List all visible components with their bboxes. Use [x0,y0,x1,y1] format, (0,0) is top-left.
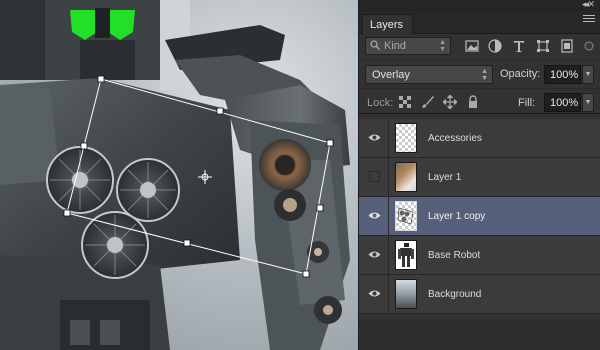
layer-name: Layer 1 copy [428,211,486,222]
fill-dropdown-button[interactable]: ▼ [582,93,594,112]
panel-footer [359,319,600,350]
layers-list: Accessories Layer 1 Layer 1 copy Base Ro… [359,119,600,319]
collapse-panel-icon[interactable]: ◂◂ ✕ [582,0,595,10]
layer-row-layer-1[interactable]: Layer 1 [359,158,600,197]
shape-filter-icon[interactable] [535,38,551,54]
opacity-label: Opacity: [500,68,541,80]
visibility-off-box [369,171,380,182]
layer-name: Accessories [428,133,482,144]
chevron-updown-icon: ▲ ▼ [481,68,488,82]
visibility-toggle[interactable] [359,158,389,196]
layer-thumbnail [395,162,417,192]
panel-tab-row: Layers [359,11,600,35]
eye-icon [368,134,381,141]
robot-head [0,0,190,90]
filter-kind-label: Kind [384,40,407,52]
chevron-updown-icon: ▲ ▼ [439,39,446,53]
layer-name: Base Robot [428,250,481,261]
layer-filter-row: Kind ▲ ▼ [359,35,600,59]
search-icon [370,40,380,50]
layer-row-layer-1-copy[interactable]: Layer 1 copy [359,197,600,236]
visibility-toggle[interactable] [359,275,389,313]
fill-label: Fill: [518,97,536,109]
blend-mode-value: Overlay [372,69,410,81]
lock-transparent-icon[interactable] [398,95,412,109]
adjustment-filter-icon[interactable] [487,38,503,54]
layer-row-accessories[interactable]: Accessories [359,119,600,158]
opacity-input[interactable]: 100% [544,65,581,84]
panel-menu-icon[interactable] [583,15,595,25]
thumbnail-artwork [397,207,414,225]
visibility-toggle[interactable] [359,236,389,274]
image-filter-icon[interactable] [464,38,480,54]
type-filter-icon[interactable] [511,38,527,54]
opacity-dropdown-button[interactable]: ▼ [582,65,594,84]
document-canvas[interactable] [0,0,358,350]
blend-row: Overlay ▲ ▼ Opacity: 100% ▼ [359,60,600,86]
lock-image-icon[interactable] [421,95,435,109]
filter-toggle-icon[interactable] [584,38,594,54]
layer-name: Layer 1 [428,172,462,183]
layer-thumbnail [395,240,417,270]
fill-input[interactable]: 100% [544,93,581,112]
filter-kind-select[interactable]: Kind ▲ ▼ [365,37,451,55]
visibility-toggle[interactable] [359,197,389,235]
layer-thumbnail [395,123,417,153]
layer-thumbnail [395,279,417,309]
robot-thumbnail-icon [398,243,414,267]
lock-row: Lock: Fill: 100% ▼ [359,88,600,114]
layer-thumbnail [395,201,417,231]
layer-name: Background [428,289,482,300]
eye-icon [368,290,381,297]
panel-title-bar: ◂◂ ✕ [359,0,600,11]
visibility-toggle[interactable] [359,119,389,157]
layer-row-base-robot[interactable]: Base Robot [359,236,600,275]
layers-panel: ◂◂ ✕ Layers Kind ▲ ▼ Overlay ▲ ▼ Opacity… [358,0,600,350]
lock-all-icon[interactable] [466,95,480,109]
layer-row-background[interactable]: Background [359,275,600,314]
blend-mode-select[interactable]: Overlay ▲ ▼ [365,65,493,84]
tab-layers[interactable]: Layers [362,14,414,35]
eye-icon [368,212,381,219]
lock-position-icon[interactable] [443,95,457,109]
lock-label: Lock: [367,97,394,109]
smart-object-filter-icon[interactable] [559,38,575,54]
eye-icon [368,251,381,258]
canvas-artwork [0,0,350,350]
